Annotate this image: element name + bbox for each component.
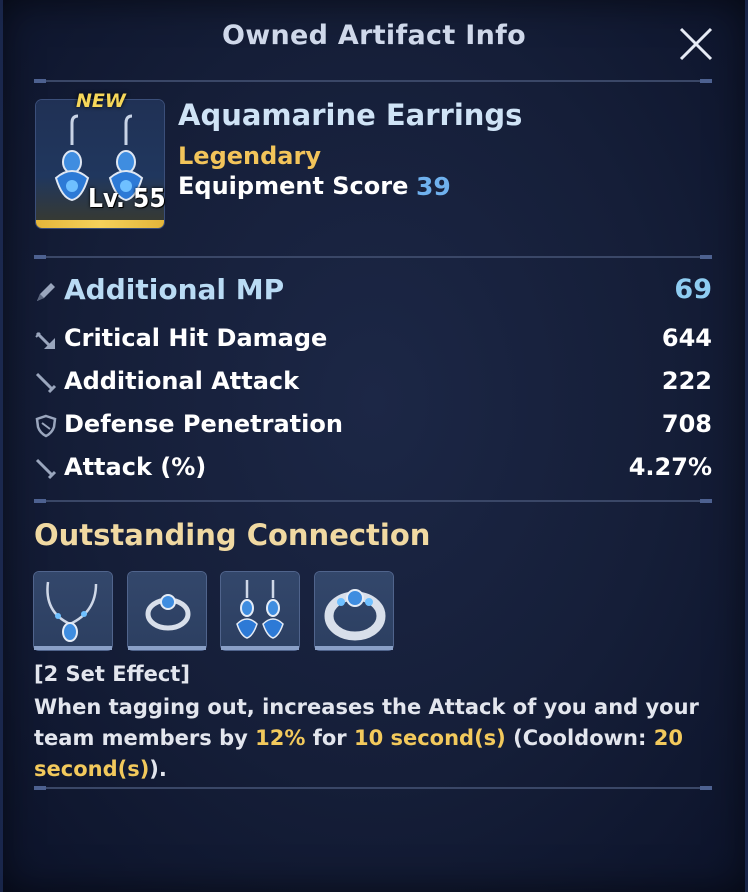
stat-label: Defense Penetration <box>64 410 343 438</box>
set-effect-heading: [2 Set Effect] <box>34 662 190 686</box>
set-effect-description: When tagging out, increases the Attack o… <box>34 692 712 780</box>
stat-label: Attack (%) <box>64 453 207 481</box>
rarity-bar <box>36 220 164 228</box>
new-badge: NEW <box>76 90 126 112</box>
desc-highlight-duration: 10 second(s) <box>353 726 506 750</box>
stat-row-attack-percent: Attack (%) 4.27% <box>34 453 712 487</box>
pen-icon <box>34 280 58 304</box>
stat-row-defense-penetration: Defense Penetration 708 <box>34 410 712 444</box>
slot-bar <box>128 646 206 650</box>
artifact-info-panel: Owned Artifact Info NEW Lv. 55 Aquamarin… <box>0 0 748 892</box>
stat-value: 644 <box>661 324 712 352</box>
stat-value: 222 <box>661 367 712 395</box>
panel-title: Owned Artifact Info <box>221 20 527 51</box>
desc-highlight-percent: 12% <box>255 726 306 750</box>
stat-label: Additional Attack <box>64 367 300 395</box>
divider <box>34 255 712 259</box>
stat-value: 4.27% <box>628 453 712 481</box>
bracelet-icon <box>324 589 386 641</box>
stat-label: Critical Hit Damage <box>64 324 328 352</box>
equipment-score-value: 39 <box>416 172 451 201</box>
item-rarity: Legendary <box>178 142 321 170</box>
slot-bar <box>315 646 393 650</box>
ring-icon <box>145 594 191 631</box>
set-piece-earrings[interactable] <box>221 572 299 650</box>
sword-icon <box>34 457 58 481</box>
stat-row-additional-attack: Additional Attack 222 <box>34 367 712 401</box>
sword-icon <box>34 371 58 395</box>
level-badge: Lv. 55 <box>88 184 166 214</box>
necklace-icon <box>46 581 98 642</box>
desc-text: ). <box>149 757 167 780</box>
set-piece-bracelet[interactable] <box>315 572 393 650</box>
slot-bar <box>34 646 112 650</box>
stat-value: 708 <box>661 410 712 438</box>
desc-text: for <box>305 726 354 750</box>
set-piece-ring[interactable] <box>128 572 206 650</box>
stat-row-critical-hit-damage: Critical Hit Damage 644 <box>34 324 712 358</box>
equipment-score-label: Equipment Score <box>178 172 409 200</box>
stat-row-additional-mp: Additional MP 69 <box>34 273 712 310</box>
divider <box>34 499 712 503</box>
item-name: Aquamarine Earrings <box>178 98 523 132</box>
close-icon[interactable] <box>678 26 714 62</box>
divider <box>34 79 712 83</box>
shield-icon <box>34 414 58 438</box>
set-title: Outstanding Connection <box>34 518 431 552</box>
set-piece-necklace[interactable] <box>34 572 112 650</box>
divider <box>34 786 712 790</box>
stat-value: 69 <box>674 274 712 305</box>
stat-label: Additional MP <box>64 273 285 306</box>
earrings-icon <box>236 580 284 639</box>
slot-bar <box>221 646 299 650</box>
desc-text: (Cooldown: <box>505 726 654 750</box>
arrow-down-right-icon <box>34 328 58 352</box>
